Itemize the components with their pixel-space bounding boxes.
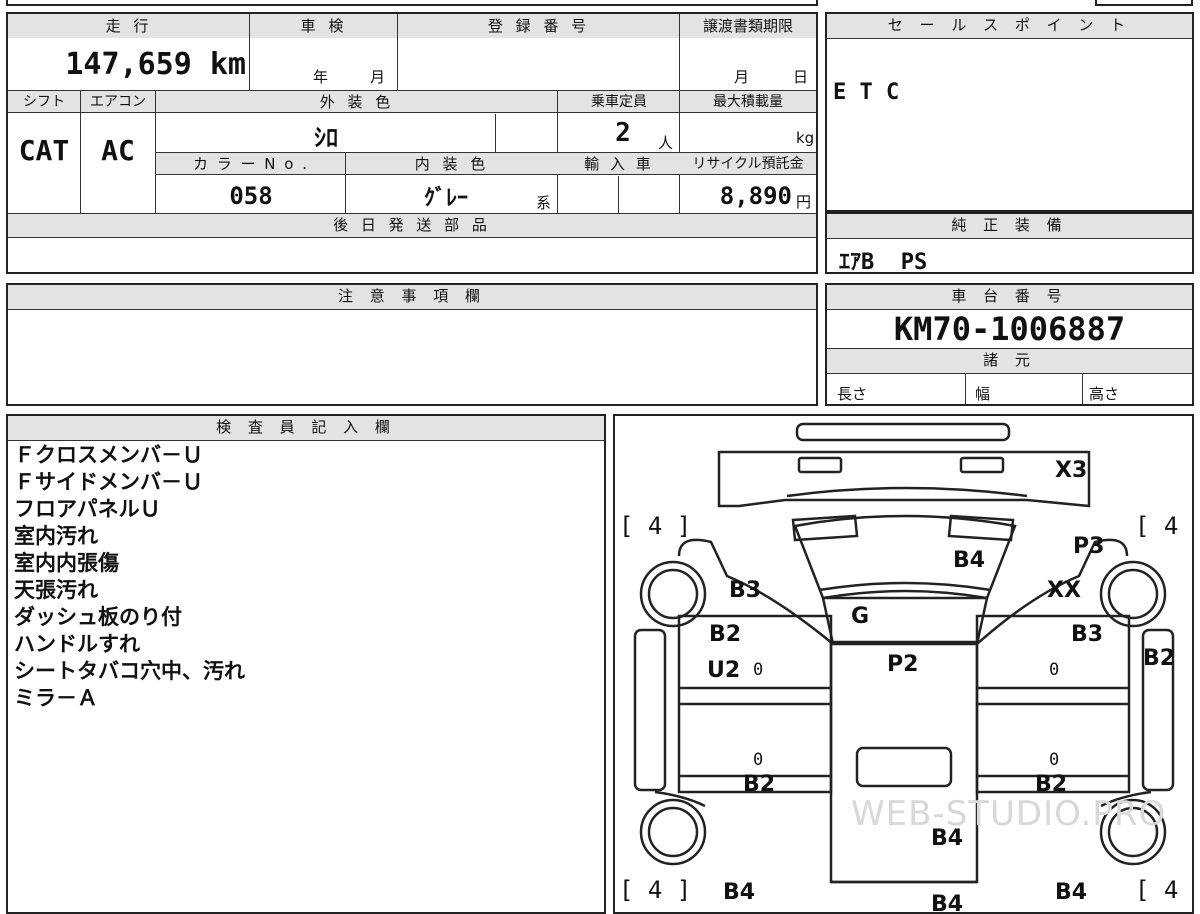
recycle-label: リサイクル預託金 (692, 156, 804, 172)
interior-color-suffix: 系 (536, 194, 552, 212)
car-diagram-box: WEB-STUDIO.PRO [ 4 ] [ 4 ] [ 4 ] [ 4 ] X… (613, 414, 1194, 914)
note-line: ハンドルすれ (14, 632, 140, 656)
ac-label: エアコン (90, 94, 146, 110)
caution-label: 注 意 事 項 欄 (8, 285, 816, 310)
exterior-color-label: 外 装 色 (319, 93, 395, 111)
note-line: 室内汚れ (14, 524, 98, 548)
genuine-equipment-box: 純 正 装 備 ｴｱB PS (825, 212, 1194, 275)
recycle-value: 8,890 (719, 182, 792, 210)
chassis-box: 車 台 番 号 KM70-1006887 諸 元 長さ 幅 高さ (825, 283, 1194, 406)
mark-b3-left: B3 (729, 578, 762, 603)
inspection-month-unit: 月 (370, 68, 386, 86)
inspector-box: 検 査 員 記 入 欄 Ｆクロスメンバ－Ｕ Ｆサイドメンバ－Ｕ フロアパネルＵ … (6, 414, 606, 914)
transfer-month-unit: 月 (734, 68, 750, 86)
mark-b3-right: B3 (1071, 622, 1104, 647)
mileage-label: 走 行 (8, 14, 250, 38)
length-label: 長さ (837, 385, 868, 403)
capacity-value: 2 (615, 118, 631, 148)
zero-mark: 0 (753, 750, 764, 770)
mark-b2-left-front: B2 (709, 622, 742, 647)
transfer-deadline-label: 譲渡書類期限 (680, 14, 816, 38)
inspection-year-unit: 年 (313, 68, 329, 86)
mark-b2-right-side: B2 (1143, 646, 1176, 671)
note-line: 室内内張傷 (14, 551, 119, 575)
mark-b2-right-rocker: B2 (1035, 772, 1068, 797)
height-label: 高さ (1089, 385, 1120, 403)
chassis-value: KM70-1006887 (893, 310, 1126, 348)
color-no-label: カ ラ ー N o . (192, 155, 309, 173)
registration-label: 登 録 番 号 (398, 14, 680, 38)
zero-mark: 0 (753, 660, 764, 680)
inspector-notes: Ｆクロスメンバ－Ｕ Ｆサイドメンバ－Ｕ フロアパネルＵ 室内汚れ 室内内張傷 天… (14, 442, 245, 712)
import-label: 輸 入 車 (584, 155, 654, 173)
mark-b4-rear-left: B4 (723, 880, 756, 905)
note-line: フロアパネルＵ (14, 497, 161, 521)
shift-value: CAT (18, 134, 70, 167)
chassis-label: 車 台 番 号 (827, 285, 1192, 310)
mark-u2: U2 (707, 658, 741, 683)
mark-b4-hood: B4 (953, 548, 986, 573)
max-load-unit: kg (796, 129, 815, 147)
sales-point-box: セ ー ル ス ポ イ ン ト E T C (825, 12, 1194, 212)
width-label: 幅 (975, 385, 991, 403)
zero-mark: 0 (1049, 750, 1060, 770)
top-strip-right (1095, 0, 1193, 6)
shift-label: シフト (23, 94, 65, 110)
capacity-unit: 人 (658, 134, 674, 152)
note-line: Ｆクロスメンバ－Ｕ (14, 443, 203, 467)
mark-b4-rear-right: B4 (1055, 880, 1088, 905)
ac-value: AC (101, 134, 135, 167)
inspection-label: 車 検 (250, 14, 398, 38)
mark-b4-roof: B4 (931, 826, 964, 851)
zero-mark: 0 (1049, 660, 1060, 680)
top-strip (6, 0, 818, 6)
sales-point-label: セ ー ル ス ポ イ ン ト (827, 14, 1192, 39)
note-line: ミラ－Ａ (14, 686, 98, 710)
recycle-unit: 円 (796, 193, 812, 211)
note-line: 天張汚れ (14, 578, 98, 602)
mark-p3: P3 (1073, 534, 1105, 559)
mark-xx: XX (1047, 578, 1081, 603)
bracket-front-left: [ 4 ] (619, 512, 692, 540)
specs-label: 諸 元 (827, 349, 1192, 374)
transfer-day-unit: 日 (793, 68, 809, 86)
genuine-equipment-value: ｴｱB PS (839, 250, 928, 275)
capacity-label: 乗車定員 (591, 94, 647, 110)
later-parts-label: 後 日 発 送 部 品 (8, 214, 816, 238)
exterior-color-value: ｼﾛ (314, 124, 338, 152)
watermark: WEB-STUDIO.PRO (851, 794, 1167, 834)
color-no-value: 058 (229, 182, 273, 210)
sales-point-value: E T C (833, 80, 900, 105)
mark-x3: X3 (1055, 458, 1088, 483)
mark-g: G (851, 604, 870, 629)
interior-color-value: ｸﾞﾚｰ (423, 186, 468, 211)
vehicle-info-table: 走 行 車 検 登 録 番 号 譲渡書類期限 147,659 km 年 月 月 … (6, 12, 818, 274)
note-line: Ｆサイドメンバ－Ｕ (14, 470, 203, 494)
bracket-front-right: [ 4 ] (1135, 512, 1179, 540)
mark-b2-left-rocker: B2 (743, 772, 776, 797)
mark-b4-rear-center: B4 (931, 892, 964, 914)
inspector-label: 検 査 員 記 入 欄 (8, 416, 604, 441)
genuine-equipment-label: 純 正 装 備 (827, 214, 1192, 239)
caution-box: 注 意 事 項 欄 (6, 283, 818, 406)
mileage-value: 147,659 km (65, 47, 246, 82)
interior-color-label: 内 装 色 (414, 155, 490, 173)
mark-p2: P2 (887, 652, 919, 677)
max-load-label: 最大積載量 (713, 94, 783, 110)
note-line: ダッシュ板のり付 (14, 605, 182, 629)
note-line: シートタバコ穴中、汚れ (14, 659, 245, 683)
